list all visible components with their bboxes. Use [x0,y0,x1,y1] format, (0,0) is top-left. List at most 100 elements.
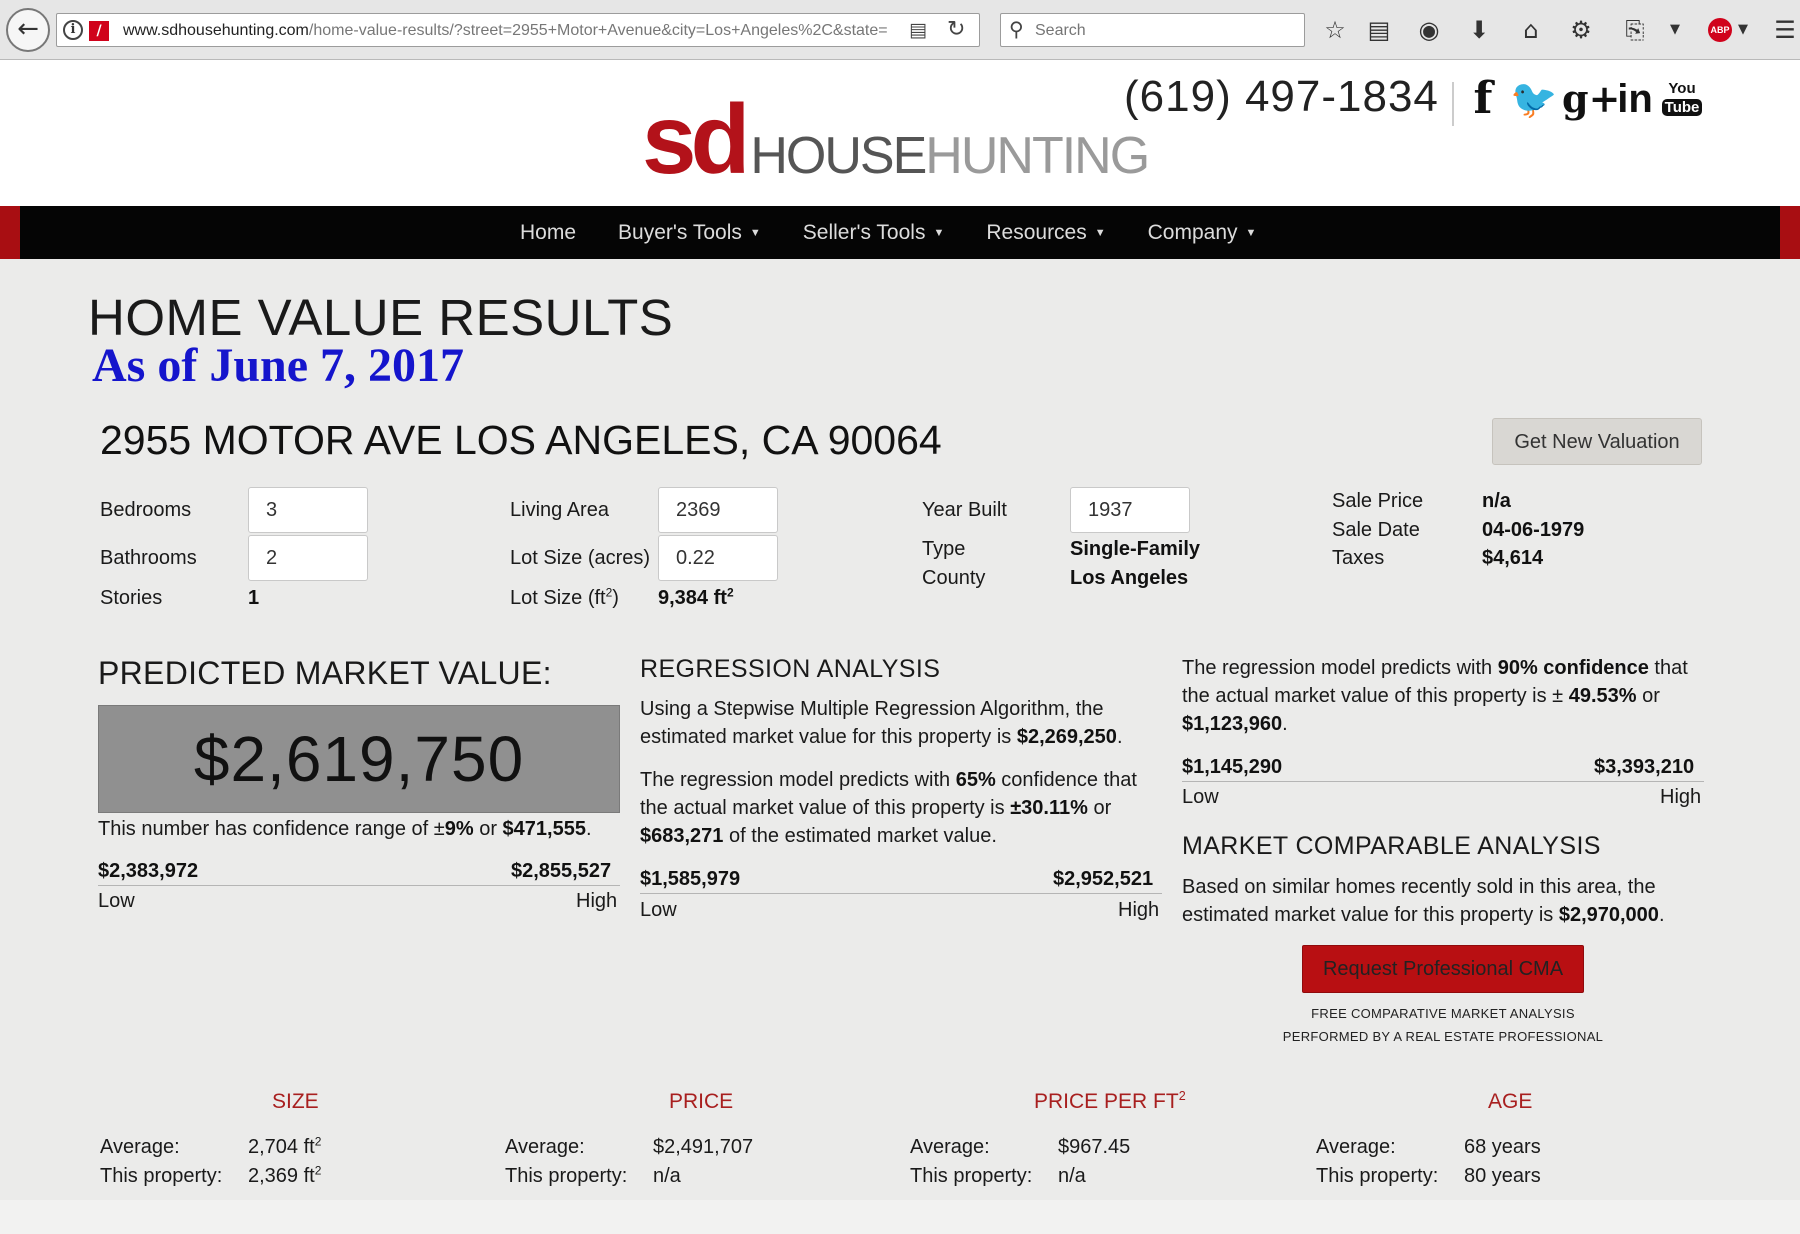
confidence-90-low-value: $1,145,290 [1182,756,1283,778]
sale-price-value: n/a [1482,490,1511,512]
nav-item-home[interactable]: Home [520,206,576,259]
confidence-90-range-line [1182,781,1704,782]
twitter-icon[interactable]: 🐦 [1510,74,1557,124]
adblock-dropdown-icon[interactable]: ▼ [1736,14,1750,46]
lot-ft-label: Lot Size (ft2) [510,585,619,609]
predicted-confidence-text: This number has confidence range of ±9% … [98,818,592,840]
sale-date-value: 04-06-1979 [1482,519,1585,541]
reload-icon[interactable]: ↻ [947,17,965,42]
stat-age-avg-label: Average: [1316,1136,1396,1158]
regression-high-label: High [1118,899,1160,921]
bathrooms-label: Bathrooms [100,547,197,569]
request-cma-button[interactable]: Request Professional CMA [1302,945,1584,993]
stat-size-avg-label: Average: [100,1136,180,1158]
bookmark-star-icon[interactable]: ☆ [1318,14,1352,46]
stories-label: Stories [100,587,163,609]
taxes-value: $4,614 [1482,547,1544,569]
stat-price-this-value: n/a [653,1165,681,1187]
type-value: Single-Family [1070,538,1201,560]
predicted-range-line [98,885,620,886]
confidence-90-text: The regression model predicts with 90% c… [1182,657,1688,735]
adblock-icon[interactable]: ABP [1708,18,1732,42]
menu-icon[interactable]: ☰ [1768,14,1800,46]
stat-price-heading: PRICE [669,1090,734,1113]
property-address: 2955 MOTOR AVE LOS ANGELES, CA 90064 [100,417,942,463]
county-label: County [922,567,986,589]
nav-item-resources[interactable]: Resources ▼ [986,206,1105,259]
stat-age-this-label: This property: [1316,1165,1439,1187]
download-icon[interactable]: ⬇ [1462,14,1496,46]
sale-date-label: Sale Date [1332,519,1420,541]
get-new-valuation-button[interactable]: Get New Valuation [1492,418,1702,465]
browser-search-input[interactable] [1035,20,1295,42]
url-text[interactable]: www.sdhousehunting.com/home-value-result… [123,22,923,40]
caret-down-icon: ▼ [1245,226,1257,239]
reader-view-icon[interactable]: ▤ [909,19,927,41]
confidence-90-low-label: Low [1182,786,1219,808]
back-arrow-icon[interactable]: ← [6,8,50,52]
browser-search-bar[interactable]: ⚲ [1000,13,1305,47]
living-area-field[interactable]: 2369 [658,487,778,533]
stat-price-per-ft-heading: PRICE PER FT2 [1034,1089,1186,1113]
linkedin-icon[interactable]: in [1614,74,1656,124]
bathrooms-field[interactable]: 2 [248,535,368,581]
home-icon[interactable]: ⌂ [1514,14,1548,46]
lot-acres-field[interactable]: 0.22 [658,535,778,581]
lot-ft-value: 9,384 ft2 [658,585,734,609]
bedrooms-field[interactable]: 3 [248,487,368,533]
year-built-label: Year Built [922,499,1007,521]
caret-down-icon: ▼ [749,226,761,239]
pocket-icon[interactable]: ◉ [1412,14,1446,46]
browser-toolbar: ← i / www.sdhousehunting.com/home-value-… [0,0,1800,60]
reading-list-icon[interactable]: ▤ [1362,14,1396,46]
phone-number[interactable]: (619) 497-1834 [1124,72,1439,122]
stat-ppf-avg-value: $967.45 [1058,1136,1131,1158]
youtube-icon[interactable]: You Tube [1662,74,1702,124]
living-area-label: Living Area [510,499,609,521]
nav-accent-left [0,206,20,259]
lot-acres-label: Lot Size (acres) [510,547,651,569]
stat-ppf-this-label: This property: [910,1165,1033,1187]
caret-down-icon: ▼ [1094,226,1106,239]
stat-price-avg-label: Average: [505,1136,585,1158]
confidence-90-high-label: High [1660,786,1702,808]
nav-item-company[interactable]: Company ▼ [1148,206,1257,259]
nav-accent-right [1780,206,1800,259]
site-logo[interactable]: sd HOUSEHUNTING [642,90,1150,200]
address-bar[interactable]: i / www.sdhousehunting.com/home-value-re… [56,13,980,47]
nav-item-sellers-tools[interactable]: Seller's Tools ▼ [803,206,945,259]
stat-size-heading: SIZE [272,1090,319,1113]
stat-size-this-label: This property: [100,1165,223,1187]
main-nav: Home Buyer's Tools ▼ Seller's Tools ▼ Reso… [0,206,1800,259]
regression-estimate-text: Using a Stepwise Multiple Regression Alg… [640,698,1123,748]
comparable-title: MARKET COMPARABLE ANALYSIS [1182,832,1601,860]
year-built-field[interactable]: 1937 [1070,487,1190,533]
site-header: sd HOUSEHUNTING (619) 497-1834 f 🐦 g+ in … [0,60,1800,206]
clipboard-icon[interactable]: ⎘ [1618,14,1652,46]
regression-low-label: Low [640,899,677,921]
sale-price-label: Sale Price [1332,490,1424,512]
as-of-date: As of June 7, 2017 [92,339,465,392]
info-icon[interactable]: i [63,20,83,40]
predicted-value-box: $2,619,750 [98,705,620,813]
type-label: Type [922,538,966,560]
search-icon: ⚲ [1009,17,1024,41]
stat-price-this-label: This property: [505,1165,628,1187]
blocked-content-icon[interactable]: / [89,21,109,41]
regression-low-value: $1,585,979 [640,868,741,890]
google-plus-icon[interactable]: g+ [1562,74,1620,124]
dropdown-arrow-icon[interactable]: ▼ [1668,14,1682,46]
regression-confidence-text: The regression model predicts with 65% c… [640,769,1137,847]
predicted-low-label: Low [98,890,135,912]
predicted-low-value: $2,383,972 [98,860,199,882]
regression-high-value: $2,952,521 [1053,868,1154,890]
addons-icon[interactable]: ⚙ [1564,14,1598,46]
caret-down-icon: ▼ [933,226,945,239]
stat-ppf-this-value: n/a [1058,1165,1086,1187]
stat-price-avg-value: $2,491,707 [653,1136,754,1158]
comparable-estimate-text: Based on similar homes recently sold in … [1182,876,1665,926]
stat-ppf-avg-label: Average: [910,1136,990,1158]
predicted-value-title: PREDICTED MARKET VALUE: [98,655,552,691]
nav-item-buyers-tools[interactable]: Buyer's Tools ▼ [618,206,761,259]
facebook-icon[interactable]: f [1470,74,1496,124]
